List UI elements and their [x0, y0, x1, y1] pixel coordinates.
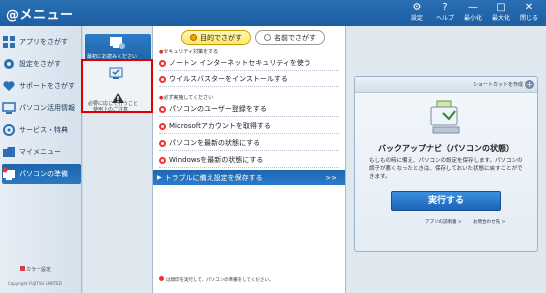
section-label-required: ●必ず実施してください: [159, 95, 214, 101]
close-button[interactable]: ✕ 閉じる: [516, 2, 542, 26]
maximize-button[interactable]: □ 最大化: [488, 2, 514, 26]
backup-navi-icon: [430, 100, 460, 134]
settings-icon: [2, 57, 16, 71]
app-manual-link[interactable]: アプリの説明書 >: [425, 220, 462, 225]
radio-off-icon: [264, 34, 271, 41]
sidebar-item-pc-setup[interactable]: パソコンの準備: [2, 164, 81, 184]
contact-link[interactable]: お問合わせ先 >: [473, 220, 505, 225]
settings-button[interactable]: ⚙ 設定: [404, 2, 430, 26]
bullet-icon: [159, 122, 166, 130]
minimize-button[interactable]: — 最小化: [460, 2, 486, 26]
task-update-windows[interactable]: Windowsを最新の状態にする: [159, 153, 339, 168]
help-button[interactable]: ? ヘルプ: [432, 2, 458, 26]
app-title: @メニュー: [6, 8, 74, 23]
bullet-icon: [159, 139, 166, 147]
triangle-icon: ▶: [157, 174, 162, 181]
folder-icon: [2, 145, 16, 159]
heart-icon: [2, 79, 16, 93]
warning-icon: [112, 93, 124, 103]
bottom-note: は間印を実行して、パソコンの準備をしてください。: [159, 276, 273, 283]
radio-on-icon: [190, 34, 197, 41]
task-norton[interactable]: ノートン インターネットセキュリティを使う: [159, 56, 339, 71]
sidebar-item-mymenu[interactable]: マイメニュー: [2, 142, 81, 162]
minimize-icon: —: [468, 2, 478, 13]
bullet-icon: [159, 276, 164, 281]
card-links: アプリの説明書 > お問合わせ先 >: [425, 219, 515, 225]
bullet-icon: [159, 105, 166, 113]
card-description: もしもの時に備え、パソコンの設定を保存します。パソコンの調子が悪くなったときは、…: [369, 158, 523, 180]
detail-card: ショートカットを作成 + バックアップナビ（パソコンの状態） もしもの時に備え、…: [354, 76, 538, 252]
category-column: 最初にお読みください 必要に応じて行うこと 使用上のご注意: [81, 26, 153, 293]
bullet-icon: [159, 59, 166, 67]
task-update-pc[interactable]: パソコンを最新の状態にする: [159, 136, 339, 151]
palette-icon: [20, 266, 25, 271]
services-icon: [2, 123, 16, 137]
task-column: 目的でさがす 名前でさがす ●セキュリティ対策をする ノートン インターネットセ…: [153, 26, 346, 293]
sidebar-item-support[interactable]: サポートをさがす: [2, 76, 81, 96]
double-chevron-icon: >>: [325, 173, 337, 182]
pc-setup-icon: [2, 167, 16, 181]
close-icon: ✕: [524, 2, 534, 13]
sidebar-item-services[interactable]: サービス・特典: [2, 120, 81, 140]
first-read-item[interactable]: 最初にお読みください: [85, 34, 151, 62]
sidebar-item-info[interactable]: パソコン活用情報: [2, 98, 81, 118]
pc-check-icon: [109, 67, 123, 79]
copyright: Copyright FUJITSU LIMITED: [8, 281, 62, 286]
run-button[interactable]: 実行する: [391, 191, 501, 211]
search-tabs: 目的でさがす 名前でさがす: [181, 30, 325, 46]
plus-icon[interactable]: +: [525, 80, 534, 89]
card-header: ショートカットを作成 +: [355, 77, 537, 93]
sidebar-item-apps[interactable]: アプリをさがす: [2, 32, 81, 52]
apps-icon: [2, 35, 16, 49]
bullet-icon: [159, 156, 166, 164]
section-label-security: ●セキュリティ対策をする: [159, 49, 219, 55]
tab-by-name[interactable]: 名前でさがす: [255, 30, 325, 45]
sidebar: アプリをさがす 設定をさがす サポートをさがす パソコン活用情報 サービス・特典: [0, 26, 82, 293]
task-backup-settings[interactable]: ▶ トラブルに備え設定を保存する >>: [153, 170, 345, 185]
pc-gear-icon: [110, 37, 125, 49]
task-user-registration[interactable]: パソコンのユーザー登録をする: [159, 102, 339, 117]
app-window: @メニュー ⚙ 設定 ? ヘルプ — 最小化 □ 最大化 ✕ 閉じる アプリをさ…: [0, 0, 546, 293]
task-microsoft-account[interactable]: Microsoftアカウントを取得する: [159, 119, 339, 134]
card-title: バックアップナビ（パソコンの状態）: [378, 144, 514, 153]
question-icon: ?: [442, 2, 448, 13]
sidebar-item-settings[interactable]: 設定をさがす: [2, 54, 81, 74]
monitor-icon: [2, 101, 16, 115]
title-bar: @メニュー ⚙ 設定 ? ヘルプ — 最小化 □ 最大化 ✕ 閉じる: [0, 0, 546, 26]
color-setting-link[interactable]: カラー設定: [20, 266, 51, 273]
gear-icon: ⚙: [412, 2, 422, 13]
tab-by-purpose[interactable]: 目的でさがす: [181, 30, 251, 45]
bullet-icon: [159, 75, 166, 83]
detail-panel: ショートカットを作成 + バックアップナビ（パソコンの状態） もしもの時に備え、…: [346, 26, 546, 293]
maximize-icon: □: [496, 2, 506, 13]
task-virusbuster[interactable]: ウイルスバスターをインストールする: [159, 72, 339, 87]
caution-label: 使用上のご注意: [93, 107, 129, 113]
create-shortcut-link[interactable]: ショートカットを作成: [473, 81, 523, 88]
